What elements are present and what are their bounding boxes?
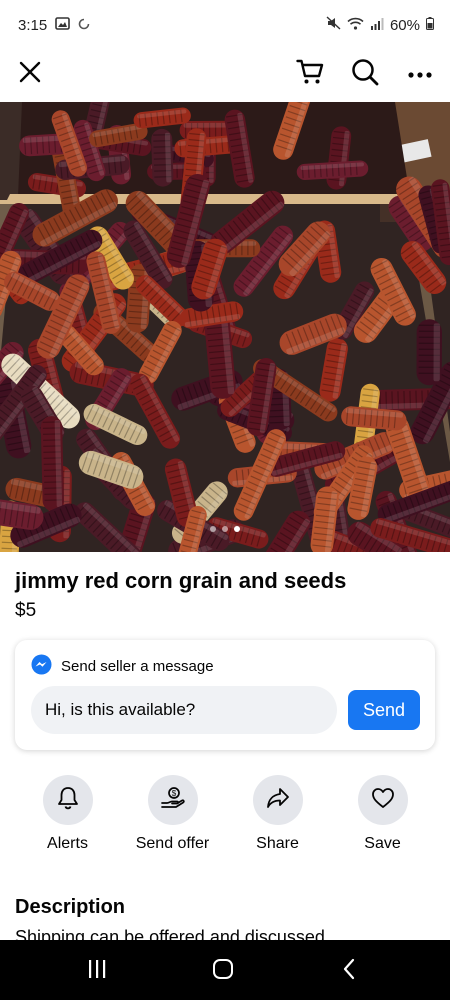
save-label: Save — [364, 835, 401, 852]
description-heading: Description — [15, 896, 126, 918]
home-icon — [212, 958, 234, 985]
message-card-heading: Send seller a message — [61, 658, 214, 675]
photo-dot-active[interactable] — [234, 526, 240, 532]
save-button[interactable]: Save — [330, 775, 435, 853]
send-offer-circle[interactable]: $ — [147, 775, 198, 825]
image-notification-icon — [55, 16, 71, 34]
status-bar: 3:15 60% — [0, 0, 450, 50]
status-time: 3:15 — [18, 16, 48, 34]
cart-icon — [296, 59, 324, 90]
svg-text:$: $ — [171, 789, 176, 798]
recent-apps-icon — [86, 959, 108, 984]
send-button[interactable]: Send — [348, 690, 420, 730]
listing-price: $5 — [15, 600, 37, 621]
corn-photo-illustration — [0, 102, 450, 552]
battery-level: 60% — [389, 16, 420, 34]
photo-dot[interactable] — [210, 526, 216, 532]
send-offer-button[interactable]: $ Send offer — [120, 775, 225, 853]
status-right: 60% — [326, 16, 434, 34]
action-row: Alerts $ Send offer Share Save — [0, 775, 450, 865]
back-button[interactable] — [329, 958, 369, 984]
message-card-header: Send seller a message — [31, 654, 214, 679]
messenger-icon — [31, 654, 52, 679]
photo-dot[interactable] — [222, 526, 228, 532]
search-icon — [351, 58, 379, 91]
alerts-circle[interactable] — [42, 775, 93, 825]
cart-button[interactable] — [290, 54, 330, 94]
back-chevron-icon — [342, 958, 356, 985]
message-seller-card: Send seller a message Send — [15, 640, 435, 750]
alerts-button[interactable]: Alerts — [15, 775, 120, 853]
message-input[interactable] — [31, 686, 337, 734]
photo-pagination — [210, 526, 240, 532]
sync-icon — [78, 17, 90, 34]
mute-icon — [326, 16, 341, 34]
heart-icon — [371, 787, 395, 814]
status-left: 3:15 — [18, 17, 90, 34]
battery-icon — [426, 16, 434, 34]
share-label: Share — [256, 835, 299, 852]
top-nav — [0, 50, 450, 102]
more-options-button[interactable] — [400, 54, 440, 94]
bell-icon — [57, 786, 79, 815]
save-circle[interactable] — [357, 775, 408, 825]
close-button[interactable] — [10, 54, 50, 94]
corn-cob — [151, 128, 174, 187]
listing-title: jimmy red corn grain and seeds — [15, 568, 347, 593]
close-icon — [19, 61, 41, 88]
signal-icon — [370, 17, 384, 34]
recent-apps-button[interactable] — [77, 958, 117, 984]
more-horizontal-icon — [408, 65, 432, 83]
share-icon — [266, 787, 290, 814]
alerts-label: Alerts — [47, 835, 88, 852]
offer-icon: $ — [160, 786, 186, 815]
search-button[interactable] — [345, 54, 385, 94]
share-button[interactable]: Share — [225, 775, 330, 853]
wifi-icon — [347, 17, 364, 34]
listing-photo[interactable] — [0, 102, 450, 552]
share-circle[interactable] — [252, 775, 303, 825]
corn-cob — [40, 416, 65, 512]
corn-cob — [416, 319, 442, 386]
send-offer-label: Send offer — [135, 835, 210, 852]
home-button[interactable] — [203, 958, 243, 984]
system-nav-bar — [0, 940, 450, 1000]
